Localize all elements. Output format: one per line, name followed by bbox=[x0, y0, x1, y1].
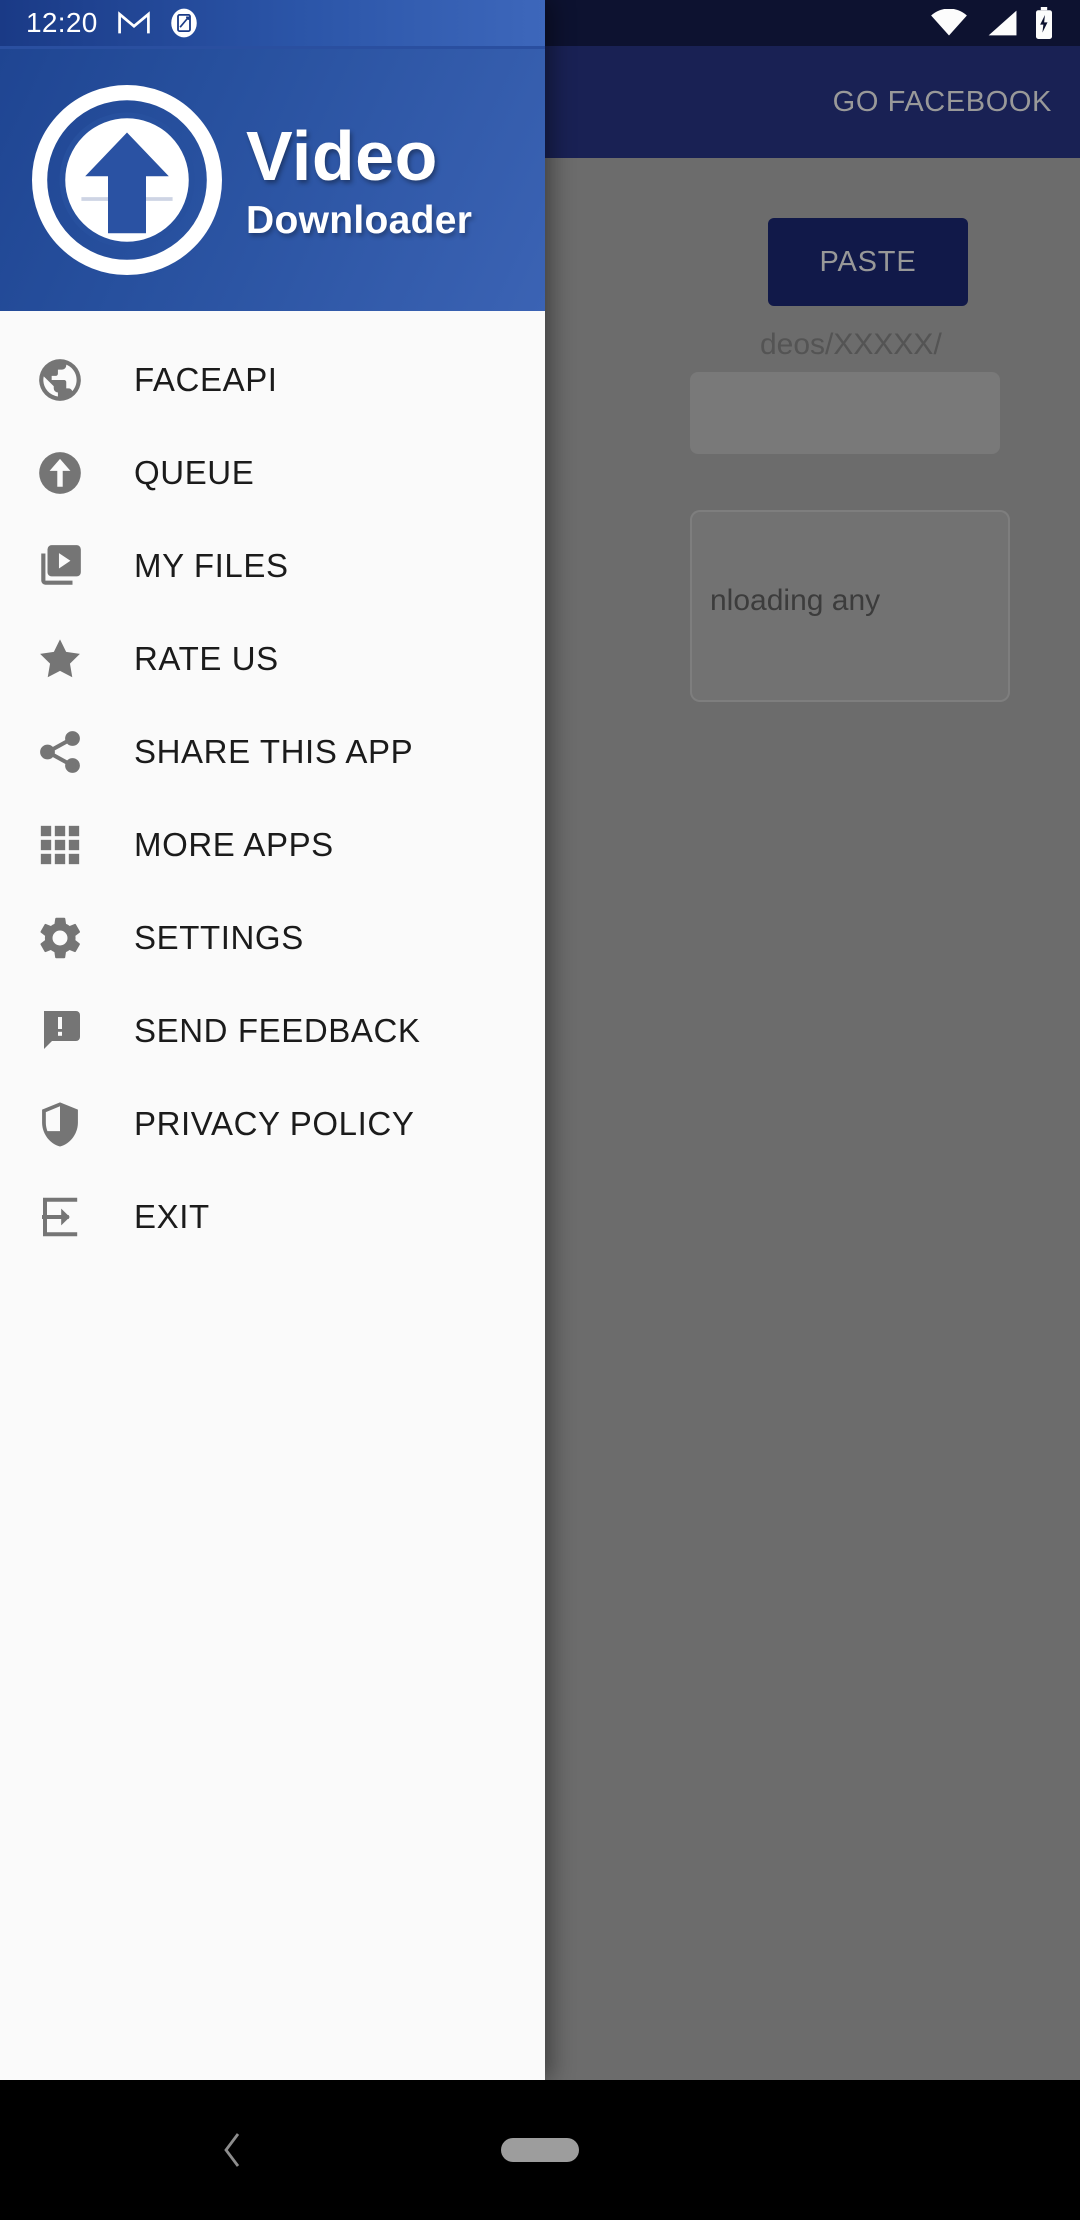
menu-item-label: RATE US bbox=[134, 639, 279, 677]
star-icon bbox=[32, 631, 88, 687]
shield-icon bbox=[32, 1096, 88, 1152]
menu-item-label: MORE APPS bbox=[134, 825, 334, 863]
share-icon bbox=[32, 724, 88, 780]
info-card: nloading any bbox=[690, 510, 1010, 702]
url-hint-text: deos/XXXXX/ bbox=[760, 328, 942, 361]
menu-item-label: SHARE THIS APP bbox=[134, 732, 414, 770]
battery-charging-icon bbox=[1036, 7, 1052, 39]
url-input-field[interactable] bbox=[690, 372, 1000, 454]
phone-screen: GO FACEBOOK PASTE deos/XXXXX/ nloading a… bbox=[0, 0, 1080, 2220]
wifi-icon bbox=[931, 9, 967, 36]
menu-item-label: QUEUE bbox=[134, 453, 255, 491]
menu-item-rate-us[interactable]: RATE US bbox=[0, 612, 545, 705]
menu-item-settings[interactable]: SETTINGS bbox=[0, 891, 545, 984]
brand-subtitle: Downloader bbox=[246, 198, 473, 242]
menu-item-privacy-policy[interactable]: PRIVACY POLICY bbox=[0, 1077, 545, 1170]
menu-item-faceapi[interactable]: FACEAPI bbox=[0, 333, 545, 426]
upload-circle-logo bbox=[32, 85, 222, 275]
gear-icon bbox=[32, 910, 88, 966]
drawer-menu: FACEAPI QUEUE MY FILES RATE US SHARE THI… bbox=[0, 311, 545, 1263]
paste-button[interactable]: PASTE bbox=[768, 218, 968, 306]
back-chevron-icon[interactable] bbox=[215, 2130, 249, 2170]
drawer-status-bar: 12:20 bbox=[0, 0, 545, 46]
go-facebook-button[interactable]: GO FACEBOOK bbox=[833, 86, 1080, 119]
screenshot-icon bbox=[170, 8, 197, 38]
brand-title: Video bbox=[246, 116, 438, 195]
upload-circle-icon bbox=[32, 445, 88, 501]
menu-item-share-this-app[interactable]: SHARE THIS APP bbox=[0, 705, 545, 798]
menu-item-more-apps[interactable]: MORE APPS bbox=[0, 798, 545, 891]
menu-item-label: SEND FEEDBACK bbox=[134, 1011, 421, 1049]
menu-item-send-feedback[interactable]: SEND FEEDBACK bbox=[0, 984, 545, 1077]
gmail-icon bbox=[117, 11, 150, 34]
brand-block: Video Downloader bbox=[246, 121, 472, 240]
menu-item-exit[interactable]: EXIT bbox=[0, 1170, 545, 1263]
system-status-icons bbox=[930, 0, 1054, 46]
menu-item-queue[interactable]: QUEUE bbox=[0, 426, 545, 519]
menu-item-label: FACEAPI bbox=[134, 360, 278, 398]
menu-item-label: PRIVACY POLICY bbox=[134, 1104, 415, 1142]
home-pill-icon[interactable] bbox=[501, 2138, 579, 2162]
apps-grid-icon bbox=[32, 817, 88, 873]
navigation-drawer: 12:20 Video Downloader FACEAPI QUEUE MY … bbox=[0, 0, 545, 2080]
signal-icon bbox=[988, 10, 1017, 36]
globe-icon bbox=[32, 352, 88, 408]
info-card-text: nloading any bbox=[710, 584, 881, 617]
clock: 12:20 bbox=[26, 7, 98, 38]
menu-item-label: EXIT bbox=[134, 1197, 210, 1235]
menu-item-label: SETTINGS bbox=[134, 918, 304, 956]
menu-item-my-files[interactable]: MY FILES bbox=[0, 519, 545, 612]
drawer-header: Video Downloader bbox=[0, 46, 545, 311]
video-library-icon bbox=[32, 538, 88, 594]
exit-arrow-icon bbox=[32, 1189, 88, 1245]
menu-item-label: MY FILES bbox=[134, 546, 289, 584]
feedback-bubble-icon bbox=[32, 1003, 88, 1059]
system-nav-bar bbox=[0, 2080, 1080, 2220]
